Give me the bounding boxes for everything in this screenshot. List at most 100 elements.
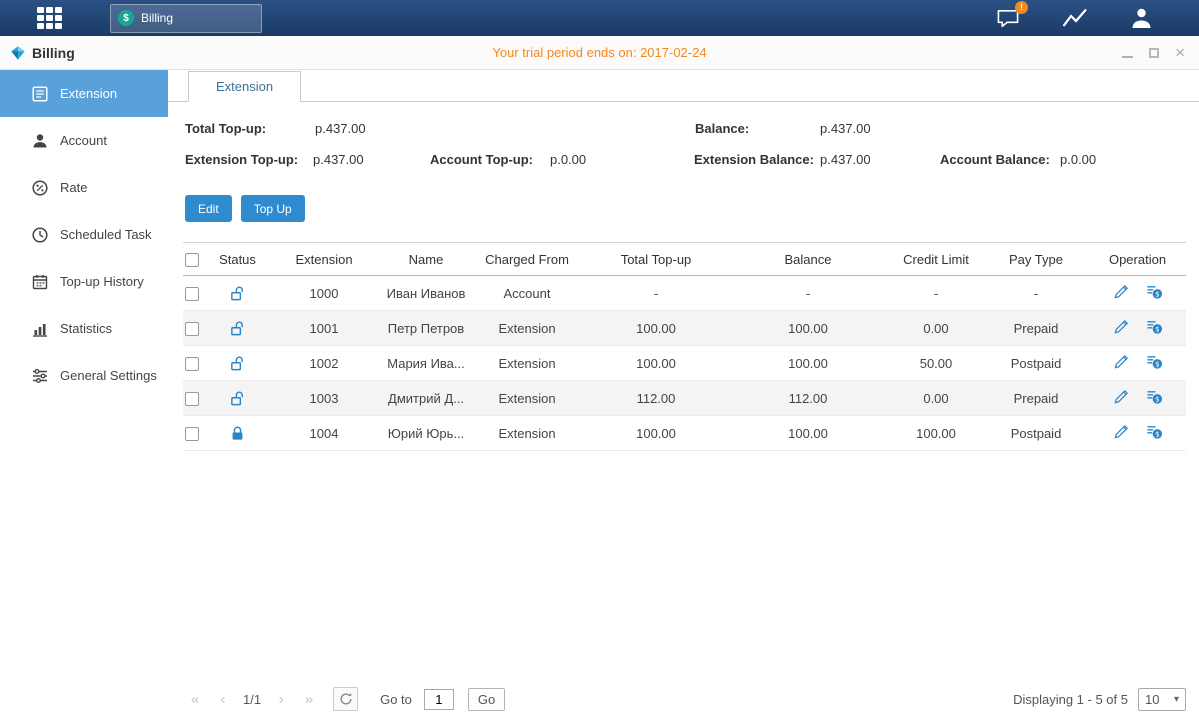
credit-limit-cell: 0.00 <box>889 381 983 416</box>
sidebar-item-topup-history[interactable]: Top-up History <box>0 258 168 305</box>
minimize-icon[interactable] <box>1122 48 1133 58</box>
billing-app-tab[interactable]: $ Billing <box>110 4 262 33</box>
sidebar-item-general-settings[interactable]: General Settings <box>0 352 168 399</box>
sidebar-item-label: Top-up History <box>60 274 144 289</box>
go-button[interactable]: Go <box>468 688 505 711</box>
total-topup-cell: 100.00 <box>585 346 727 381</box>
tab-extension[interactable]: Extension <box>188 71 301 102</box>
sidebar-item-label: Account <box>60 133 107 148</box>
svg-text:$: $ <box>1155 430 1160 439</box>
edit-icon[interactable] <box>1113 388 1130 405</box>
edit-icon[interactable] <box>1113 283 1130 300</box>
sidebar-item-statistics[interactable]: Statistics <box>0 305 168 352</box>
account-balance-label: Account Balance: <box>940 152 1050 167</box>
lock-icon <box>229 424 246 439</box>
window-title: Billing <box>32 45 75 61</box>
sidebar-item-scheduled-task[interactable]: Scheduled Task <box>0 211 168 258</box>
page-size-select[interactable]: 10 ▾ <box>1138 688 1186 711</box>
credit-limit-cell: 100.00 <box>889 416 983 451</box>
edit-icon[interactable] <box>1113 318 1130 335</box>
tab-bar: Extension <box>168 70 1199 102</box>
row-checkbox[interactable] <box>185 322 199 336</box>
table-row: 1003Дмитрий Д...Extension112.00112.000.0… <box>183 381 1186 416</box>
pay-type-cell: Postpaid <box>983 346 1089 381</box>
next-page-icon[interactable]: › <box>271 691 291 708</box>
select-all-checkbox[interactable] <box>185 253 199 267</box>
total-topup-value: p.437.00 <box>315 121 366 136</box>
sidebar-item-label: Statistics <box>60 321 112 336</box>
row-checkbox[interactable] <box>185 287 199 301</box>
column-header-operation: Operation <box>1089 243 1186 276</box>
edit-button[interactable]: Edit <box>185 195 232 222</box>
table-row: 1001Петр ПетровExtension100.00100.000.00… <box>183 311 1186 346</box>
billing-record-icon[interactable]: $ <box>1146 388 1163 405</box>
sidebar-item-label: Extension <box>60 86 117 101</box>
extension-balance-label: Extension Balance: <box>694 152 814 167</box>
general-settings-icon <box>31 367 49 385</box>
column-header-name: Name <box>383 243 469 276</box>
table-row: 1000Иван ИвановAccount----$ <box>183 276 1186 311</box>
app-tab-label: Billing <box>141 11 173 25</box>
table-row: 1004Юрий Юрь...Extension100.00100.00100.… <box>183 416 1186 451</box>
row-checkbox[interactable] <box>185 392 199 406</box>
name-cell: Мария Ива... <box>383 346 469 381</box>
rate-icon <box>31 179 49 197</box>
chevron-down-icon: ▾ <box>1174 694 1179 705</box>
charged-from-cell: Extension <box>469 381 585 416</box>
svg-text:$: $ <box>1155 325 1160 334</box>
extension-topup-label: Extension Top-up: <box>185 152 298 167</box>
extension-table: StatusExtensionNameCharged FromTotal Top… <box>183 242 1186 451</box>
close-icon[interactable]: × <box>1175 47 1185 59</box>
credit-limit-cell: - <box>889 276 983 311</box>
extension-cell: 1003 <box>265 381 383 416</box>
sidebar-item-label: General Settings <box>60 368 157 383</box>
total-topup-cell: - <box>585 276 727 311</box>
refresh-icon[interactable] <box>333 687 358 711</box>
balance-cell: 100.00 <box>727 311 889 346</box>
name-cell: Дмитрий Д... <box>383 381 469 416</box>
billing-record-icon[interactable]: $ <box>1146 353 1163 370</box>
extension-cell: 1002 <box>265 346 383 381</box>
top-up-button[interactable]: Top Up <box>241 195 305 222</box>
unlock-icon <box>229 354 246 369</box>
balance-cell: - <box>727 276 889 311</box>
column-header-extension: Extension <box>265 243 383 276</box>
svg-text:$: $ <box>1155 360 1160 369</box>
extension-cell: 1004 <box>265 416 383 451</box>
first-page-icon[interactable]: « <box>185 691 205 708</box>
table-header-row: StatusExtensionNameCharged FromTotal Top… <box>183 243 1186 276</box>
svg-text:$: $ <box>1155 395 1160 404</box>
messages-icon[interactable]: ! <box>995 7 1021 30</box>
extension-cell: 1001 <box>265 311 383 346</box>
sidebar-item-extension[interactable]: Extension <box>0 70 168 117</box>
last-page-icon[interactable]: » <box>299 691 319 708</box>
prev-page-icon[interactable]: ‹ <box>213 691 233 708</box>
goto-page-input[interactable] <box>424 689 454 710</box>
row-checkbox[interactable] <box>185 427 199 441</box>
trial-notice: Your trial period ends on: 2017-02-24 <box>0 45 1199 60</box>
statistics-chart-icon[interactable] <box>1061 7 1089 29</box>
column-header-pay-type: Pay Type <box>983 243 1089 276</box>
row-checkbox[interactable] <box>185 357 199 371</box>
sidebar-item-label: Rate <box>60 180 87 195</box>
maximize-icon[interactable] <box>1149 48 1159 58</box>
extension-cell: 1000 <box>265 276 383 311</box>
sidebar-item-account[interactable]: Account <box>0 117 168 164</box>
balance-cell: 112.00 <box>727 381 889 416</box>
billing-record-icon[interactable]: $ <box>1146 283 1163 300</box>
unlock-icon <box>229 284 246 299</box>
edit-icon[interactable] <box>1113 353 1130 370</box>
column-header-credit-limit: Credit Limit <box>889 243 983 276</box>
column-header-charged-from: Charged From <box>469 243 585 276</box>
sidebar-item-rate[interactable]: Rate <box>0 164 168 211</box>
billing-record-icon[interactable]: $ <box>1146 423 1163 440</box>
user-account-icon[interactable] <box>1129 7 1154 29</box>
extension-topup-value: p.437.00 <box>313 152 364 167</box>
edit-icon[interactable] <box>1113 423 1130 440</box>
billing-record-icon[interactable]: $ <box>1146 318 1163 335</box>
table-row: 1002Мария Ива...Extension100.00100.0050.… <box>183 346 1186 381</box>
goto-label: Go to <box>380 692 412 707</box>
apps-grid-icon[interactable] <box>37 7 65 29</box>
balance-value: p.437.00 <box>820 121 871 136</box>
billing-dollar-icon: $ <box>118 10 134 26</box>
